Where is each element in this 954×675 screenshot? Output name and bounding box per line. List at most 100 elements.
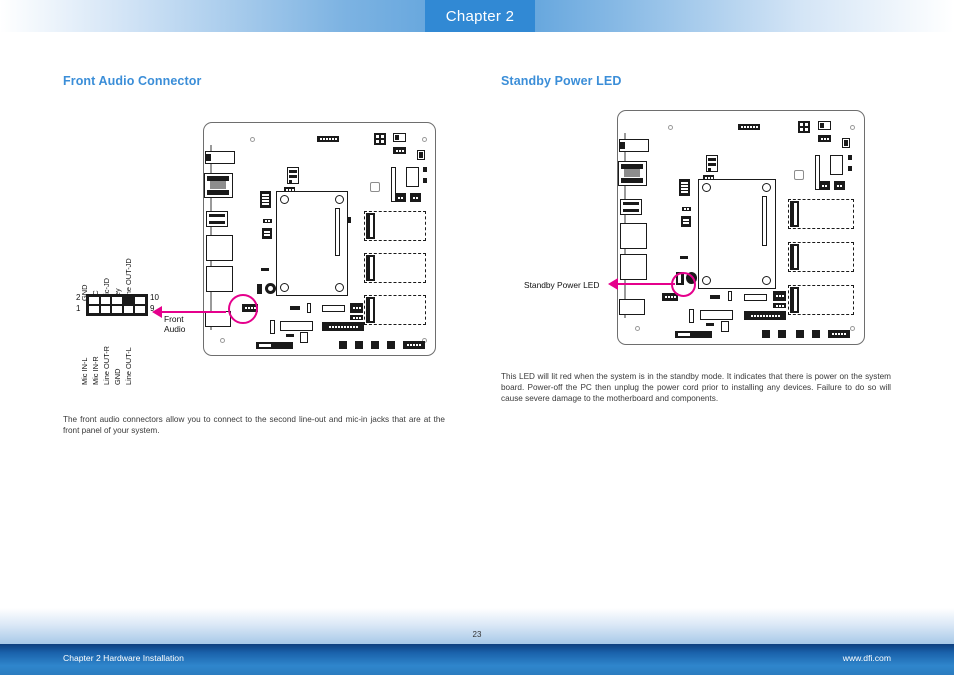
component-chip-c (290, 306, 300, 310)
io-port-audio (205, 311, 231, 327)
mounting-hole (250, 137, 255, 142)
mounting-hole (668, 125, 673, 130)
pin-cell (89, 306, 99, 313)
standby-led-callout-arrowhead (608, 278, 618, 290)
component-chip-f (286, 334, 294, 337)
header-small-b (263, 219, 272, 223)
page-number: 23 (472, 630, 482, 639)
bottom-pad (812, 330, 820, 338)
io-port-dsub-body (210, 181, 226, 189)
component-round-center (268, 286, 273, 291)
front-audio-connector-label: Front Audio (164, 314, 185, 334)
header-bottom-b (773, 303, 786, 308)
pin-label-bottom-3: Line OUT-R (102, 345, 111, 385)
header-right-a (395, 193, 406, 202)
io-port-usb-slot (623, 202, 639, 205)
component-chip-c (710, 295, 720, 299)
header-right-b (834, 181, 845, 190)
header-bottom-a (773, 291, 786, 301)
standby-led-callout-label: Standby Power LED (524, 280, 600, 290)
header-column-a (260, 191, 271, 208)
lpc-header (322, 322, 364, 331)
component-chip-h (423, 178, 427, 183)
module-screw (280, 195, 289, 204)
component-chip-g (423, 167, 427, 172)
footer-chapter-label: Chapter 2 Hardware Installation (63, 653, 184, 663)
mounting-hole (220, 338, 225, 343)
slot-gap (370, 257, 373, 279)
module-screw (280, 283, 289, 292)
bottom-pad (762, 330, 770, 338)
header-column-a (679, 179, 690, 196)
component-chip-e (270, 320, 275, 334)
component-chip-a (680, 256, 688, 259)
mounting-hole (422, 137, 427, 142)
jumper-pin (708, 163, 716, 166)
header-top-right-c (393, 147, 406, 154)
module-screw (702, 183, 711, 192)
header-pin (419, 152, 423, 158)
front-audio-label-line1: Front (164, 314, 184, 324)
module-screw (335, 195, 344, 204)
bottom-pad (387, 341, 395, 349)
header-pin (805, 128, 808, 131)
bottom-pad (371, 341, 379, 349)
header-bottom-c (721, 321, 729, 332)
bottom-header (403, 341, 425, 349)
header-bottom-a (350, 303, 363, 313)
component-chip-h (848, 166, 852, 171)
component-chip-g (848, 155, 852, 160)
slot-gap (794, 203, 797, 225)
header-column-c (406, 167, 419, 187)
module-screw (762, 276, 771, 285)
front-audio-label-line2: Audio (164, 324, 186, 334)
io-port-usb-slot (623, 209, 639, 212)
pin-cell (100, 297, 111, 304)
footer-website-link[interactable]: www.dfi.com (843, 653, 891, 663)
component-chip-f (706, 323, 714, 326)
pin-number-10: 10 (150, 293, 159, 302)
pin-header-graphic (86, 294, 148, 316)
header-pin (820, 123, 824, 128)
pin-cell (135, 297, 145, 304)
io-port-power-pin (619, 142, 625, 149)
header-pin (376, 135, 379, 138)
header-top-center (317, 136, 339, 142)
jumper-pin (708, 168, 711, 171)
board-right-components (618, 111, 864, 344)
module-connector-slot (762, 196, 767, 246)
pin-label-bottom-1: Mic IN-L (80, 357, 89, 385)
header-pin (381, 140, 384, 143)
header-small-c (681, 216, 691, 227)
header-bottom-c (300, 332, 308, 343)
standby-led-callout-line (617, 283, 675, 286)
component-square-a (794, 170, 804, 180)
sata-connector-a (744, 294, 767, 301)
bottom-header (828, 330, 850, 338)
module-screw (702, 276, 711, 285)
sata-connector-a (322, 305, 345, 312)
jumper-pin (289, 175, 297, 178)
jumper-pin (289, 170, 297, 173)
io-port-usb-slot (209, 214, 225, 217)
io-port-dsub-bar (207, 190, 229, 195)
header-pin (844, 140, 848, 146)
connector-bottom-left-slot (259, 344, 271, 347)
component-chip-d (307, 303, 311, 313)
slot-gap (794, 246, 797, 268)
connector-wide-a (280, 321, 313, 331)
pin-number-9: 9 (150, 304, 155, 313)
pin-cell (135, 306, 145, 313)
component-chip-d (728, 291, 732, 301)
header-pin (381, 135, 384, 138)
front-audio-highlight-circle (228, 294, 258, 324)
module-screw (762, 183, 771, 192)
component-chip-a (261, 268, 269, 271)
mounting-hole (635, 326, 640, 331)
io-port-dsub-bar (621, 178, 643, 183)
io-port-lan-bottom (620, 254, 647, 280)
front-audio-pinout: GND NC Mic-JD Key Line OUT-JD 2 1 10 9 M… (72, 236, 207, 385)
io-port-dsub-body (624, 169, 640, 177)
footer-bar: Chapter 2 Hardware Installation www.dfi.… (0, 644, 954, 675)
pin-cell-key (123, 297, 134, 304)
